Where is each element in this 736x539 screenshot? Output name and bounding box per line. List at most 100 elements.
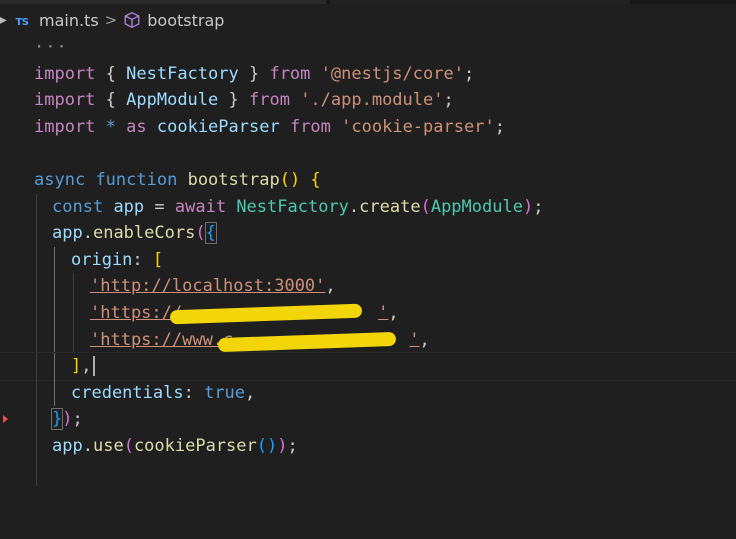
bracket-match: { xyxy=(204,222,217,245)
punct: , xyxy=(245,382,256,403)
bracket: () xyxy=(279,169,301,190)
identifier: cookieParser xyxy=(156,116,280,137)
indent-guide xyxy=(36,432,37,460)
bracket: ) xyxy=(277,435,288,456)
punct: , xyxy=(388,302,399,323)
indent-guide xyxy=(73,273,74,300)
keyword: from xyxy=(289,116,331,137)
bracket: ( xyxy=(123,435,134,456)
code-editor[interactable]: ··· import { NestFactory } from '@nestjs… xyxy=(0,34,736,487)
indent-guide-active xyxy=(54,326,55,354)
punct: } xyxy=(218,90,249,111)
code-line-app-use[interactable]: app.use(cookieParser()); xyxy=(0,432,736,460)
keyword: async xyxy=(34,169,86,190)
breakpoint-arrow-icon[interactable] xyxy=(3,415,8,424)
string: './app.module' xyxy=(300,90,444,111)
string: ' xyxy=(378,302,389,323)
punct: ; xyxy=(533,196,544,217)
typescript-file-icon: TS xyxy=(15,17,29,28)
inactive-tab-edge[interactable] xyxy=(330,0,630,4)
star: * xyxy=(95,116,127,137)
method-name: enableCors xyxy=(92,223,196,244)
punct: ; xyxy=(494,116,505,137)
chevron-right-icon[interactable]: ▶ xyxy=(0,8,7,32)
breadcrumb-symbol[interactable]: bootstrap xyxy=(147,11,224,30)
keyword: import xyxy=(34,90,96,111)
keyword: await xyxy=(174,196,227,217)
identifier: NestFactory xyxy=(126,63,239,84)
code-line-url-redacted-2[interactable]: 'https://www.c ', xyxy=(0,326,736,354)
code-line-import-appmodule[interactable]: import { AppModule } from './app.module'… xyxy=(0,87,736,114)
indent-guide xyxy=(36,193,37,221)
code-line-credentials[interactable]: credentials: true, xyxy=(0,379,736,407)
identifier: app xyxy=(52,435,83,456)
code-line-enablecors[interactable]: app.enableCors({ xyxy=(0,220,736,247)
code-line-close-call[interactable]: }); xyxy=(0,406,736,433)
property-key: origin xyxy=(71,249,133,270)
indent-guide xyxy=(36,326,37,354)
keyword: function xyxy=(95,169,178,190)
punct: . xyxy=(348,196,360,217)
indent-guide xyxy=(36,353,37,380)
identifier: app xyxy=(52,223,83,244)
punct: , xyxy=(325,276,336,297)
function-name: bootstrap xyxy=(187,169,280,190)
code-line-folded[interactable]: ··· xyxy=(0,34,736,61)
url-string[interactable]: 'https:// xyxy=(90,303,182,323)
string: 'cookie-parser' xyxy=(341,116,495,137)
code-line-partial[interactable] xyxy=(0,459,736,487)
indent-guide xyxy=(36,273,37,300)
active-tab-edge[interactable] xyxy=(0,0,326,4)
punct: . xyxy=(82,435,93,456)
punct: : xyxy=(183,382,205,403)
code-line-const-app[interactable]: const app = await NestFactory.create(App… xyxy=(0,193,736,221)
folded-ellipsis[interactable]: ··· xyxy=(34,34,68,61)
keyword: from xyxy=(269,63,311,84)
bracket: () xyxy=(256,435,278,456)
keyword: as xyxy=(126,116,147,137)
keyword: from xyxy=(248,90,290,111)
bracket: ] xyxy=(71,356,82,377)
code-line-url-redacted-1[interactable]: 'https:// ', xyxy=(0,299,736,327)
keyword: import xyxy=(34,116,96,137)
bracket: ) xyxy=(62,409,73,430)
bracket: ( xyxy=(420,196,431,217)
tab-strip xyxy=(0,0,736,4)
punct: } xyxy=(238,63,270,84)
code-line-import-cookieparser[interactable]: import * as cookieParser from 'cookie-pa… xyxy=(0,114,736,141)
code-line-blank[interactable] xyxy=(0,140,736,167)
breadcrumb-file[interactable]: main.ts xyxy=(39,11,99,30)
url-string[interactable]: 'http://localhost:3000' xyxy=(90,276,325,296)
code-line-async-function[interactable]: async function bootstrap() { xyxy=(0,167,736,194)
bracket: ) xyxy=(522,196,534,217)
indent-guide xyxy=(36,379,37,407)
indent-guide xyxy=(36,246,37,274)
code-line-origin[interactable]: origin: [ xyxy=(0,246,736,274)
method-name: create xyxy=(359,196,421,217)
code-line-url-localhost[interactable]: 'http://localhost:3000', xyxy=(0,273,736,300)
punct: { xyxy=(95,63,127,84)
code-line-close-array[interactable]: ], xyxy=(0,352,736,381)
url-string[interactable]: 'https://www.c xyxy=(90,330,233,350)
keyword: import xyxy=(34,63,96,84)
indent-guide xyxy=(36,459,37,487)
method-name: use xyxy=(92,435,124,456)
punct: ; xyxy=(287,435,298,456)
operator: = xyxy=(144,196,175,217)
bracket: [ xyxy=(152,249,164,270)
punct: ; xyxy=(463,63,475,84)
indent-guide-active xyxy=(54,353,55,380)
indent-guide-active xyxy=(54,379,55,407)
class-name: NestFactory xyxy=(236,196,349,217)
class-name: AppModule xyxy=(430,196,523,217)
code-line-import-nestfactory[interactable]: import { NestFactory } from '@nestjs/cor… xyxy=(0,61,736,88)
identifier: app xyxy=(113,196,145,217)
indent-guide xyxy=(36,220,37,247)
text-cursor xyxy=(92,356,95,377)
